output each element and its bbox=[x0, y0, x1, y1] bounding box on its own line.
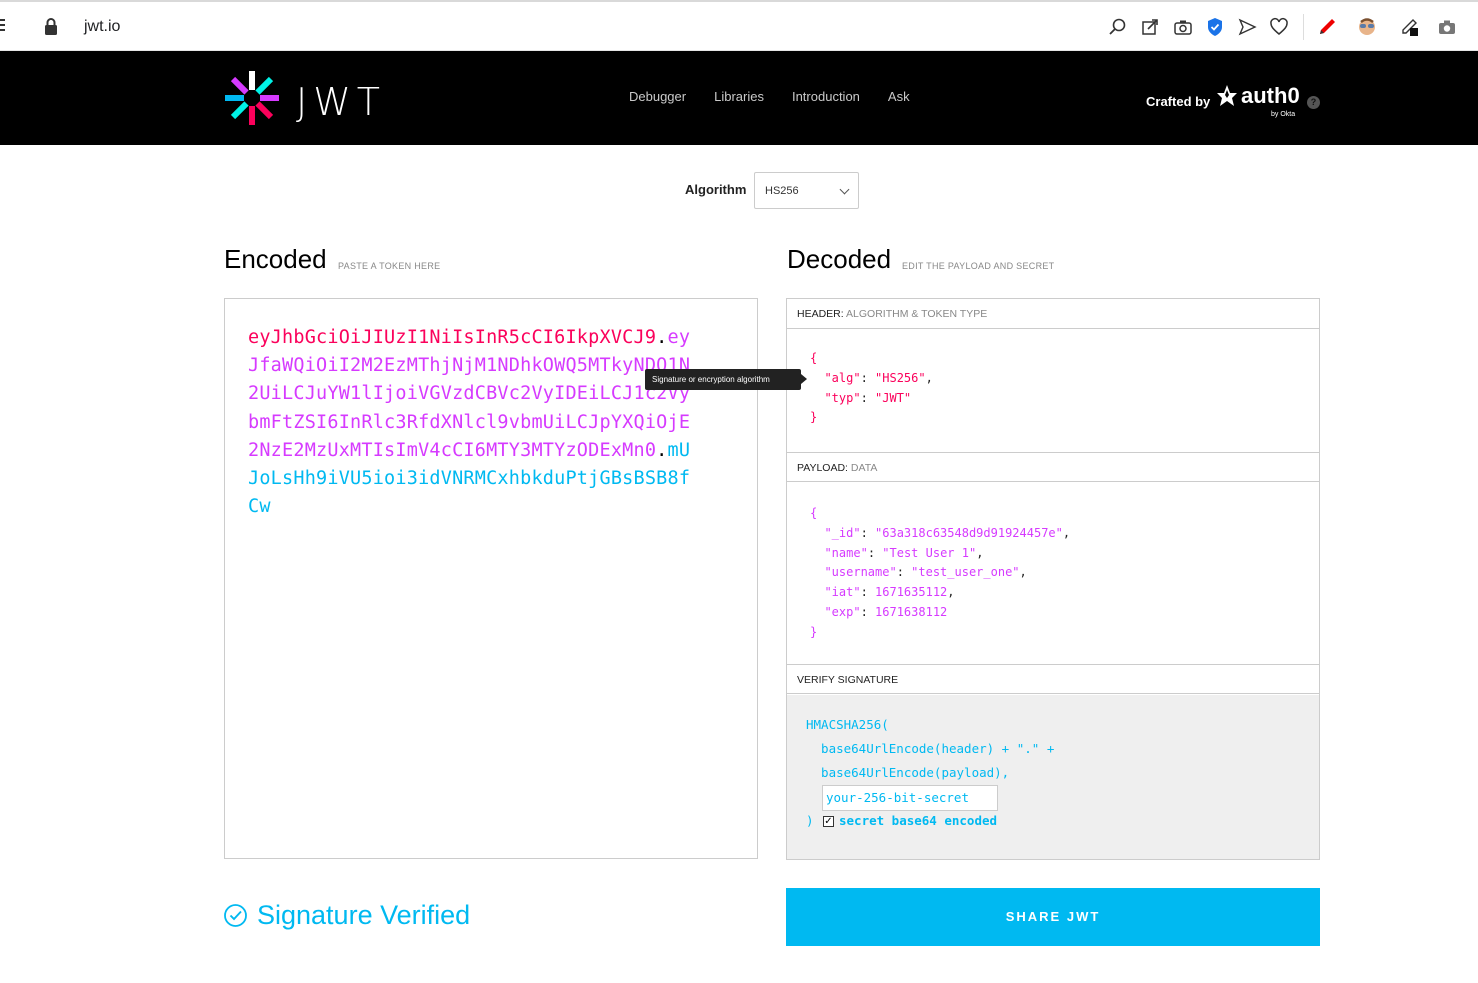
chevron-down-icon bbox=[839, 184, 850, 195]
decoded-title: Decoded bbox=[787, 244, 892, 274]
address-bar[interactable]: jwt.io bbox=[84, 18, 120, 36]
algorithm-selected-value: HS256 bbox=[765, 185, 799, 197]
eyedropper-icon[interactable] bbox=[1398, 16, 1420, 38]
encoded-subtitle: PASTE A TOKEN HERE bbox=[338, 261, 441, 271]
token-dot: . bbox=[656, 439, 668, 461]
camera-icon[interactable] bbox=[1172, 16, 1194, 38]
base64-checkbox-label[interactable]: secret base64 encoded bbox=[839, 813, 997, 828]
sidebar-toggle-icon[interactable] bbox=[0, 19, 5, 33]
payload-json-editor[interactable]: { "_id": "63a318c63548d9d91924457e", "na… bbox=[810, 504, 1070, 643]
help-icon[interactable]: ? bbox=[1307, 96, 1320, 109]
nav-introduction[interactable]: Introduction bbox=[792, 89, 860, 104]
avatar-extension-icon[interactable] bbox=[1356, 16, 1378, 38]
share-jwt-button[interactable]: SHARE JWT bbox=[786, 888, 1320, 946]
nav-libraries[interactable]: Libraries bbox=[714, 89, 764, 104]
nav-ask[interactable]: Ask bbox=[888, 89, 910, 104]
close-paren: ) bbox=[806, 813, 814, 828]
jwt-logo-icon[interactable] bbox=[224, 70, 280, 126]
signature-verified-status: Signature Verified bbox=[223, 900, 470, 931]
header-label-sub: ALGORITHM & TOKEN TYPE bbox=[846, 308, 988, 320]
search-zoom-icon[interactable] bbox=[1107, 16, 1129, 38]
encoded-title: Encoded bbox=[224, 244, 327, 274]
site-header: JWT Debugger Libraries Introduction Ask … bbox=[0, 51, 1478, 145]
lock-icon[interactable] bbox=[44, 18, 58, 35]
signature-verified-text: Signature Verified bbox=[257, 900, 471, 930]
algorithm-tooltip: Signature or encryption algorithm bbox=[645, 369, 807, 390]
check-circle-icon bbox=[224, 904, 247, 927]
secret-input[interactable]: your-256-bit-secret bbox=[822, 785, 998, 811]
auth0-logo[interactable]: auth0 bbox=[1216, 83, 1300, 109]
token-header-part: eyJhbGciOiJIUzI1NiIsInR5cCI6IkpXVCJ9 bbox=[248, 327, 657, 348]
algorithm-label: Algorithm bbox=[685, 182, 747, 197]
verify-signature-panel: HMACSHA256( base64UrlEncode(header) + ".… bbox=[787, 695, 1319, 859]
header-section-label: HEADER: ALGORITHM & TOKEN TYPE bbox=[787, 299, 1319, 329]
header-label: HEADER: bbox=[797, 308, 844, 320]
base64-checkbox[interactable]: ✓ bbox=[823, 816, 834, 827]
token-dot: . bbox=[656, 327, 668, 348]
auth0-star-icon bbox=[1217, 85, 1237, 106]
payload-label-sub: DATA bbox=[850, 462, 878, 474]
decoded-subtitle: EDIT THE PAYLOAD AND SECRET bbox=[902, 261, 1055, 271]
heart-icon[interactable] bbox=[1268, 16, 1290, 38]
send-icon[interactable] bbox=[1236, 16, 1258, 38]
logo-text[interactable]: JWT bbox=[296, 80, 386, 124]
by-okta-label: by Okta bbox=[1271, 111, 1296, 118]
shield-extension-icon[interactable] bbox=[1204, 16, 1226, 38]
algorithm-select[interactable]: HS256 bbox=[754, 172, 859, 209]
encoded-token[interactable]: eyJhbGciOiJIUzI1NiIsInR5cCI6IkpXVCJ9.eyJ… bbox=[248, 324, 698, 521]
verify-signature-label: VERIFY SIGNATURE bbox=[787, 664, 1319, 694]
auth0-wordmark: auth0 bbox=[1241, 83, 1300, 108]
browser-toolbar: jwt.io bbox=[0, 0, 1478, 51]
share-edit-icon[interactable] bbox=[1139, 16, 1161, 38]
decoded-panel: HEADER: ALGORITHM & TOKEN TYPE { "alg": … bbox=[786, 298, 1320, 860]
payload-section-label: PAYLOAD: DATA bbox=[787, 452, 1319, 482]
nav-debugger[interactable]: Debugger bbox=[629, 89, 686, 104]
payload-label: PAYLOAD: bbox=[797, 462, 848, 474]
toolbar-divider bbox=[1303, 14, 1304, 40]
main-nav: Debugger Libraries Introduction Ask bbox=[629, 89, 910, 104]
pen-red-icon[interactable] bbox=[1316, 16, 1338, 38]
verify-code: HMACSHA256( base64UrlEncode(header) + ".… bbox=[806, 717, 1055, 780]
header-json-editor[interactable]: { "alg": "HS256", "typ": "JWT" } bbox=[810, 349, 933, 428]
screenshot-icon[interactable] bbox=[1436, 16, 1458, 38]
crafted-by-label: Crafted by bbox=[1146, 94, 1211, 109]
